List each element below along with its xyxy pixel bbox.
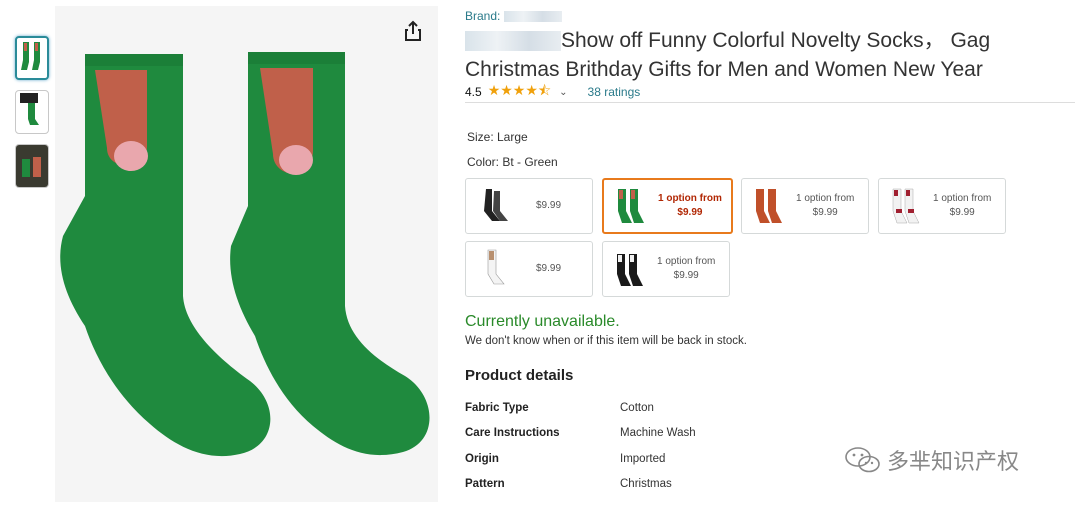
sock-swatch-icon (487, 249, 505, 285)
sock-swatch-icon (618, 189, 644, 223)
redacted-brand (503, 11, 562, 23)
option-price: $9.99 (812, 207, 838, 218)
detail-key-care: Care Instructions (465, 427, 560, 439)
detail-key-pattern: Pattern (465, 478, 505, 490)
product-title: Show off Funny Colorful Novelty Socks， G… (465, 26, 1055, 84)
lifestyle-photo-icon (16, 145, 48, 187)
color-option-orange[interactable]: 1 option from $9.99 (741, 178, 869, 234)
option-line1: 1 option from (933, 193, 992, 204)
option-line1: 1 option from (796, 193, 855, 204)
brand-line[interactable]: Brand: (465, 9, 562, 23)
share-icon[interactable] (403, 20, 423, 42)
option-price: $9.99 (536, 200, 562, 211)
option-price: $9.99 (536, 263, 562, 274)
rating-row: 4.5 ★★★★⯪ ⌄ 38 ratings (465, 82, 641, 100)
sock-swatch-icon (484, 189, 508, 221)
color-option-green[interactable]: 1 option from $9.99 (602, 178, 733, 234)
sock-swatch-icon (892, 188, 920, 224)
sock-on-leg-icon (20, 93, 39, 125)
rating-value: 4.5 (465, 85, 482, 99)
watermark: 多芈知识产权 (843, 444, 1019, 476)
detail-key-fabric: Fabric Type (465, 402, 529, 414)
color-option-white[interactable]: $9.99 (465, 241, 593, 297)
ratings-link[interactable]: 38 ratings (588, 85, 641, 99)
color-option-white-red[interactable]: 1 option from $9.99 (878, 178, 1006, 234)
detail-key-origin: Origin (465, 453, 499, 465)
option-price: $9.99 (673, 270, 699, 281)
green-socks-image (60, 52, 430, 457)
thumbnail-1[interactable] (15, 36, 49, 80)
thumbnail-2[interactable] (15, 90, 49, 134)
detail-value-fabric: Cotton (620, 402, 654, 414)
star-rating-icon[interactable]: ★★★★⯪ (488, 80, 551, 104)
availability-note: We don't know when or if this item will … (465, 335, 747, 347)
sock-thumbnail-icon (21, 42, 40, 70)
detail-value-care: Machine Wash (620, 427, 696, 439)
wechat-icon (845, 447, 880, 473)
thumbnail-3[interactable] (15, 144, 49, 188)
availability-status: Currently unavailable. (465, 313, 620, 330)
sock-swatch-icon (756, 189, 782, 223)
detail-value-pattern: Christmas (620, 478, 672, 490)
product-details-title: Product details (465, 367, 574, 384)
brand-label: Brand: (465, 9, 501, 23)
option-price: $9.99 (677, 207, 703, 218)
color-option-black[interactable]: 1 option from $9.99 (602, 241, 730, 297)
option-price: $9.99 (949, 207, 975, 218)
color-label: Color: Bt - Green (467, 155, 558, 169)
option-line1: 1 option from (658, 193, 722, 204)
main-product-image[interactable] (55, 6, 438, 502)
divider (465, 102, 1075, 103)
chevron-down-icon[interactable]: ⌄ (559, 87, 567, 98)
watermark-text: 多芈知识产权 (887, 449, 1020, 474)
size-label: Size: Large (467, 130, 528, 144)
detail-value-origin: Imported (620, 453, 666, 465)
redacted-brand-prefix (465, 31, 561, 52)
option-line1: 1 option from (657, 256, 716, 267)
sock-swatch-icon (617, 254, 643, 286)
color-option-black-white[interactable]: $9.99 (465, 178, 593, 234)
